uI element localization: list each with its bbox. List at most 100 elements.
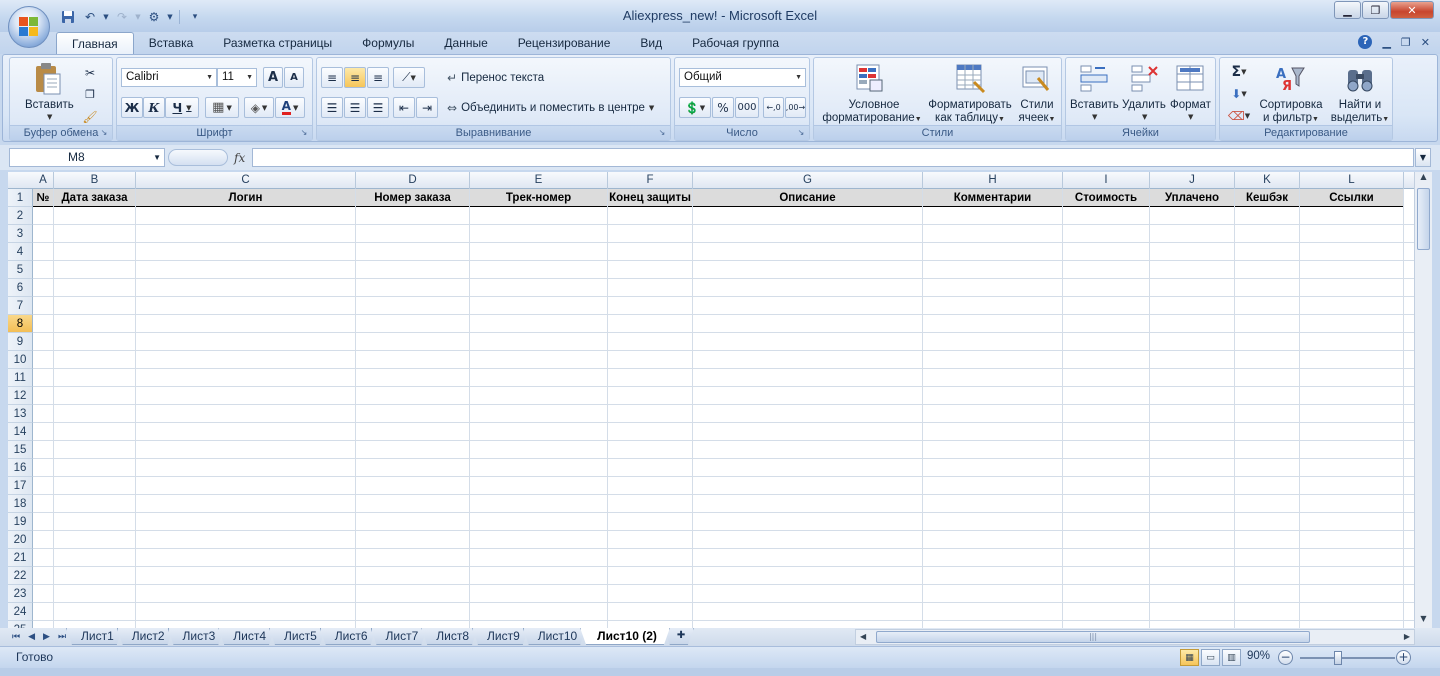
conditional-format-label[interactable]: Условное xyxy=(844,99,904,111)
align-middle-icon[interactable]: ≡ xyxy=(344,67,366,88)
format-as-table-label-2[interactable]: как таблицу▼ xyxy=(924,112,1016,124)
header-cell-k[interactable]: Кешбэк xyxy=(1235,189,1300,207)
font-size-combo[interactable]: 11 ▼ xyxy=(217,68,257,87)
cell-styles-label-2[interactable]: ячеек▼ xyxy=(1012,112,1062,124)
header-cell-f[interactable]: Конец защиты xyxy=(608,189,693,207)
name-box[interactable]: M8 ▼ xyxy=(9,148,165,167)
decrease-decimal-icon[interactable]: ,00→ xyxy=(785,97,806,118)
zoom-in-icon[interactable]: + xyxy=(1396,650,1411,665)
tab-home[interactable]: Главная xyxy=(56,32,134,54)
clipboard-launcher-icon[interactable]: ↘ xyxy=(99,128,109,138)
paste-dropdown-icon[interactable]: ▼ xyxy=(47,113,52,121)
paste-icon[interactable] xyxy=(32,62,64,95)
decrease-indent-icon[interactable]: ⇤ xyxy=(393,97,415,118)
header-cell-h[interactable]: Комментарии xyxy=(923,189,1063,207)
page-layout-view-icon[interactable]: ▭ xyxy=(1201,649,1220,666)
row-header-7[interactable]: 7 xyxy=(8,297,33,315)
font-name-combo[interactable]: Calibri ▼ xyxy=(121,68,217,87)
scroll-up-icon[interactable]: ▲ xyxy=(1415,172,1432,186)
merge-center-button[interactable]: ⇔ Объединить и поместить в центре ▼ xyxy=(447,97,669,118)
insert-function-button[interactable]: fx xyxy=(234,151,245,165)
row-header-21[interactable]: 21 xyxy=(8,549,33,567)
orientation-icon[interactable]: ⟋ ▼ xyxy=(393,67,425,88)
increase-indent-icon[interactable]: ⇥ xyxy=(416,97,438,118)
vertical-scrollbar[interactable]: ▲ ▼ xyxy=(1414,172,1432,628)
horizontal-scroll-thumb[interactable]: ||| xyxy=(876,631,1310,643)
row-header-1[interactable]: 1 xyxy=(8,189,33,207)
formula-input[interactable] xyxy=(252,148,1414,167)
percent-button[interactable]: % xyxy=(712,97,734,118)
italic-button[interactable]: К xyxy=(143,97,165,118)
horizontal-scrollbar[interactable]: ◀ ||| ▶ xyxy=(855,629,1415,645)
row-header-4[interactable]: 4 xyxy=(8,243,33,261)
help-icon[interactable]: ? xyxy=(1358,35,1373,49)
format-cells-icon[interactable] xyxy=(1174,62,1206,94)
column-header-i[interactable]: I xyxy=(1063,172,1150,189)
sheet-tab-3[interactable]: Лист3 xyxy=(168,628,225,645)
bold-button[interactable]: Ж xyxy=(121,97,143,118)
row-header-10[interactable]: 10 xyxy=(8,351,33,369)
column-header-b[interactable]: B xyxy=(54,172,136,189)
last-sheet-icon[interactable]: ⏭ xyxy=(58,632,66,642)
sheet-tab-11[interactable]: Лист10 (2) xyxy=(580,628,670,645)
row-header-6[interactable]: 6 xyxy=(8,279,33,297)
increase-decimal-icon[interactable]: ←,0 xyxy=(763,97,784,118)
conditional-format-icon[interactable] xyxy=(854,62,886,94)
format-painter-icon[interactable]: 🖌 xyxy=(80,106,100,127)
find-select-label[interactable]: Найти и xyxy=(1330,99,1390,111)
tab-data[interactable]: Данные xyxy=(429,32,502,54)
insert-cells-icon[interactable] xyxy=(1078,62,1110,94)
sort-filter-label-2[interactable]: и фильтр▼ xyxy=(1258,112,1324,124)
close-button[interactable]: ✕ xyxy=(1390,1,1434,19)
workbook-close-icon[interactable]: ✕ xyxy=(1421,36,1430,49)
conditional-format-label-2[interactable]: форматирование▼ xyxy=(820,112,924,124)
cell-styles-icon[interactable] xyxy=(1020,62,1052,94)
row-header-15[interactable]: 15 xyxy=(8,441,33,459)
fill-icon[interactable]: ⬇ ▼ xyxy=(1226,83,1252,104)
row-header-5[interactable]: 5 xyxy=(8,261,33,279)
restore-button[interactable]: ❐ xyxy=(1362,1,1389,19)
format-as-table-icon[interactable] xyxy=(954,62,986,94)
tab-formulas[interactable]: Формулы xyxy=(347,32,429,54)
align-left-icon[interactable]: ☰ xyxy=(321,97,343,118)
row-header-13[interactable]: 13 xyxy=(8,405,33,423)
format-as-table-label[interactable]: Форматировать xyxy=(924,99,1016,111)
find-select-label-2[interactable]: выделить▼ xyxy=(1326,112,1394,124)
workbook-minimize-icon[interactable]: ▁ xyxy=(1382,36,1390,49)
alignment-launcher-icon[interactable]: ↘ xyxy=(657,128,667,138)
header-cell-d[interactable]: Номер заказа xyxy=(356,189,470,207)
row-header-25[interactable]: 25 xyxy=(8,621,33,628)
borders-button[interactable]: ▦ ▼ xyxy=(205,97,239,118)
workbook-restore-icon[interactable]: ❐ xyxy=(1401,36,1411,49)
cell-styles-label[interactable]: Стили xyxy=(1014,99,1060,111)
find-select-icon[interactable] xyxy=(1344,62,1376,94)
sort-filter-icon[interactable]: АЯ xyxy=(1274,62,1306,94)
sheet-tab-4[interactable]: Лист4 xyxy=(218,628,275,645)
header-cell-i[interactable]: Стоимость xyxy=(1063,189,1150,207)
row-header-2[interactable]: 2 xyxy=(8,207,33,225)
row-header-3[interactable]: 3 xyxy=(8,225,33,243)
wrap-text-button[interactable]: ↵ Перенос текста xyxy=(447,67,557,88)
page-break-view-icon[interactable]: ▥ xyxy=(1222,649,1241,666)
row-header-22[interactable]: 22 xyxy=(8,567,33,585)
scroll-left-icon[interactable]: ◀ xyxy=(860,630,866,644)
column-header-a[interactable]: A xyxy=(33,172,54,189)
font-color-button[interactable]: A ▼ xyxy=(275,97,305,118)
shrink-font-button[interactable]: A xyxy=(284,67,304,88)
number-format-combo[interactable]: Общий ▼ xyxy=(679,68,806,87)
next-sheet-icon[interactable]: ▶ xyxy=(43,632,50,642)
copy-icon[interactable]: ❐ xyxy=(80,84,100,105)
format-cells-dropdown-icon[interactable]: ▼ xyxy=(1188,113,1193,121)
tab-page-layout[interactable]: Разметка страницы xyxy=(208,32,347,54)
vertical-scroll-thumb[interactable] xyxy=(1417,188,1430,250)
row-header-18[interactable]: 18 xyxy=(8,495,33,513)
prev-sheet-icon[interactable]: ◀ xyxy=(28,632,35,642)
header-cell-l[interactable]: Ссылки xyxy=(1300,189,1404,207)
align-right-icon[interactable]: ☰ xyxy=(367,97,389,118)
header-cell-j[interactable]: Уплачено xyxy=(1150,189,1235,207)
tab-insert[interactable]: Вставка xyxy=(134,32,209,54)
row-header-16[interactable]: 16 xyxy=(8,459,33,477)
column-header-g[interactable]: G xyxy=(693,172,923,189)
column-header-k[interactable]: K xyxy=(1235,172,1300,189)
scroll-down-icon[interactable]: ▼ xyxy=(1415,614,1432,628)
